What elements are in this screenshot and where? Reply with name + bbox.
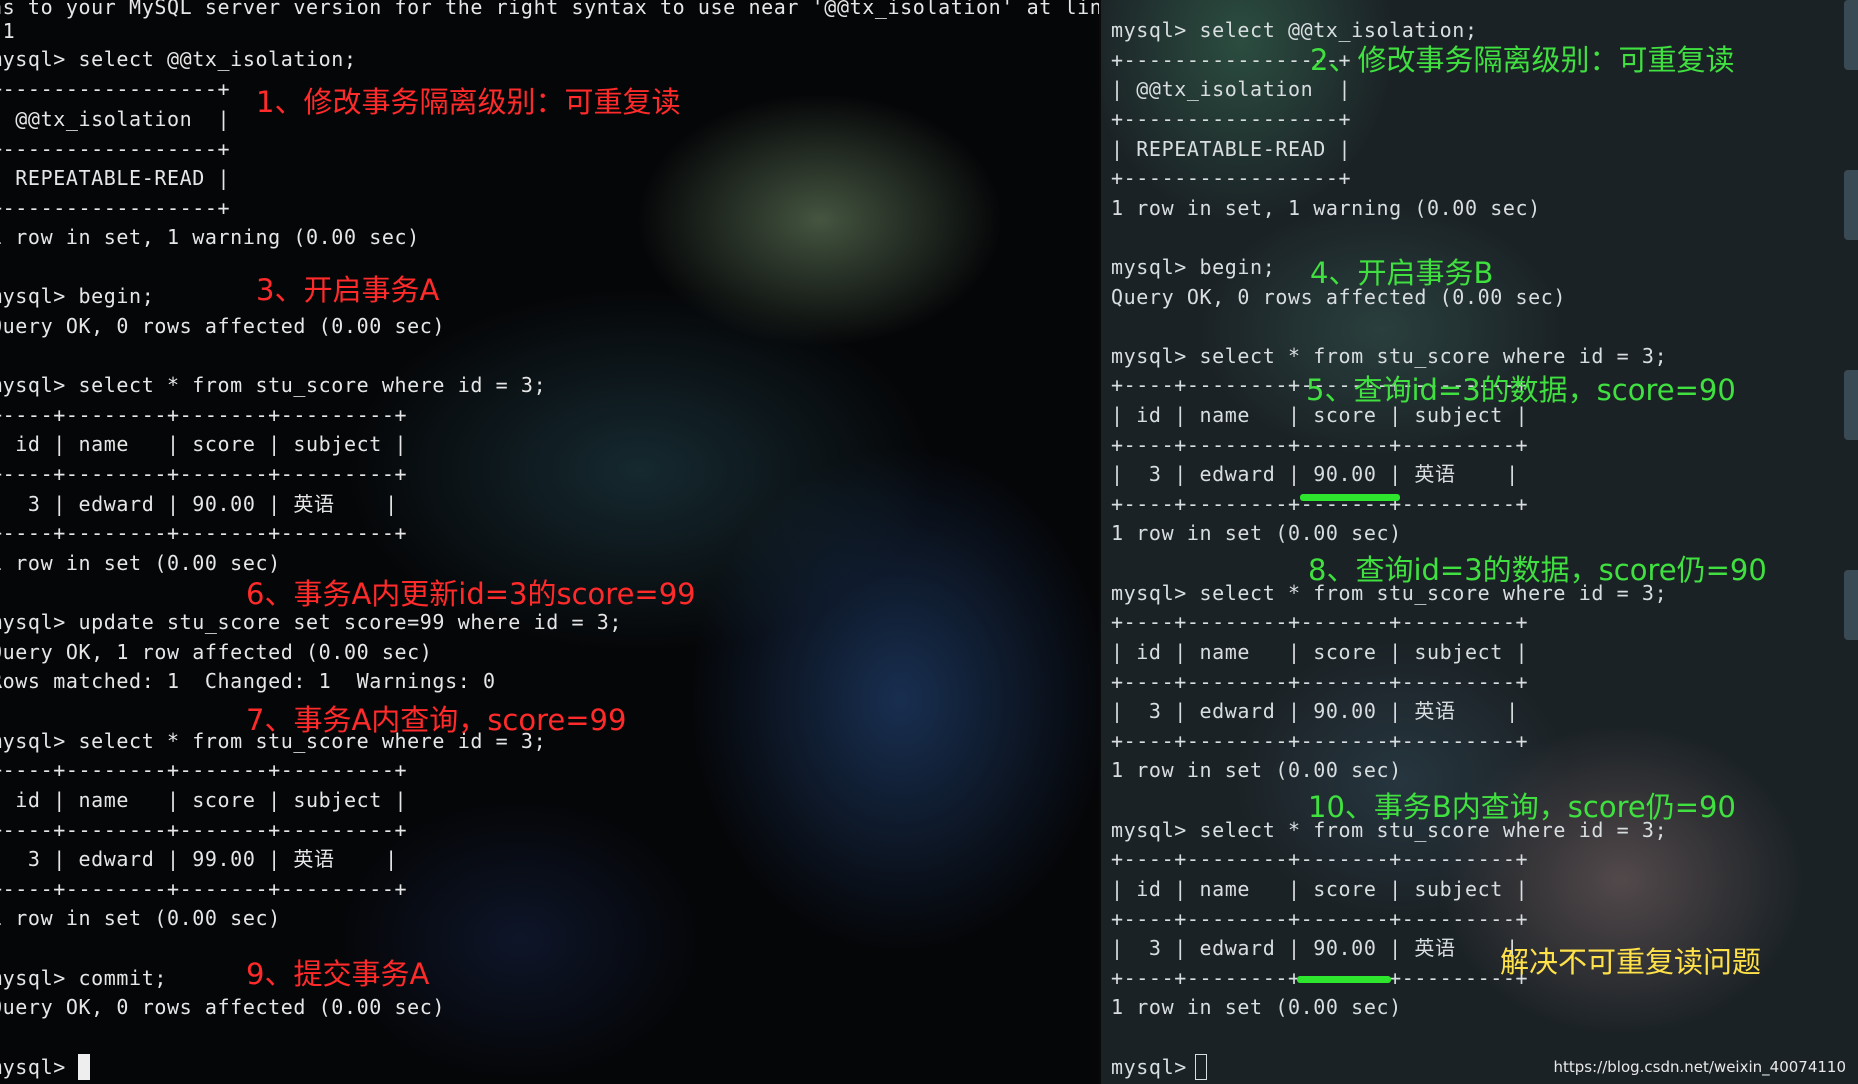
terminal-line: | 3 | edward | 90.00 | 英语 | bbox=[1111, 936, 1519, 960]
terminal-cursor bbox=[1195, 1054, 1207, 1080]
terminal-line: +-----------------+ bbox=[0, 137, 231, 161]
terminal-line: | 3 | edward | 90.00 | 英语 | bbox=[0, 492, 398, 516]
terminal-line: +----+--------+-------+---------+ bbox=[0, 877, 408, 901]
terminal-line: Rows matched: 1 Changed: 1 Warnings: 0 bbox=[0, 669, 496, 693]
annotation-step-5: 5、查询id=3的数据，score=90 bbox=[1306, 373, 1736, 407]
terminal-line: | id | name | score | subject | bbox=[0, 788, 408, 812]
terminal-line: 1 row in set (0.00 sec) bbox=[0, 906, 281, 930]
terminal-line: Query OK, 1 row affected (0.00 sec) bbox=[0, 640, 433, 664]
annotation-step-1: 1、修改事务隔离级别：可重复读 bbox=[256, 85, 681, 119]
terminal-pane-b[interactable]: mysql> select @@tx_isolation; +---------… bbox=[1101, 0, 1858, 1084]
terminal-line: mysql> select @@tx_isolation; bbox=[1111, 18, 1478, 42]
highlight-underline bbox=[1297, 976, 1391, 983]
annotation-step-8: 8、查询id=3的数据，score仍=90 bbox=[1308, 553, 1767, 587]
side-panel-tab[interactable] bbox=[1844, 570, 1858, 640]
terminal-line: +----+--------+-------+---------+ bbox=[0, 462, 408, 486]
terminal-line: +----+--------+-------+---------+ bbox=[1111, 433, 1529, 457]
terminal-line: | id | name | score | subject | bbox=[1111, 640, 1529, 664]
terminal-line: mysql> select * from stu_score where id … bbox=[1111, 344, 1668, 368]
terminal-line: mysql> select * from stu_score where id … bbox=[0, 373, 547, 397]
terminal-line: 1 row in set (0.00 sec) bbox=[1111, 995, 1402, 1019]
terminal-line: +-----------------+ bbox=[0, 77, 231, 101]
terminal-line: 1 row in set, 1 warning (0.00 sec) bbox=[0, 225, 420, 249]
terminal-prompt[interactable]: mysql> bbox=[1111, 1052, 1200, 1082]
terminal-line: mysql> begin; bbox=[1111, 255, 1276, 279]
terminal-line: as to your MySQL server version for the … bbox=[0, 0, 1100, 19]
annotation-step-2: 2、修改事务隔离级别：可重复读 bbox=[1310, 43, 1735, 77]
highlight-underline bbox=[1300, 494, 1400, 501]
terminal-line: | 3 | edward | 99.00 | 英语 | bbox=[0, 847, 398, 871]
terminal-prompt[interactable]: mysql> bbox=[0, 1052, 79, 1082]
annotation-conclusion: 解决不可重复读问题 bbox=[1500, 945, 1762, 979]
terminal-line: +----+--------+-------+---------+ bbox=[1111, 847, 1529, 871]
annotation-step-3: 3、开启事务A bbox=[256, 273, 440, 307]
terminal-line: 1 row in set (0.00 sec) bbox=[1111, 758, 1402, 782]
terminal-line: mysql> select @@tx_isolation; bbox=[0, 47, 357, 71]
side-panel-tab[interactable] bbox=[1844, 370, 1858, 440]
terminal-line: 1 row in set (0.00 sec) bbox=[0, 551, 281, 575]
terminal-line: Query OK, 0 rows affected (0.00 sec) bbox=[0, 314, 446, 338]
terminal-line: +----+--------+-------+---------+ bbox=[1111, 729, 1529, 753]
terminal-line: mysql> commit; bbox=[0, 966, 167, 990]
annotation-step-6: 6、事务A内更新id=3的score=99 bbox=[246, 577, 696, 611]
terminal-line: | id | name | score | subject | bbox=[0, 432, 408, 456]
terminal-line: | REPEATABLE-READ | bbox=[1111, 137, 1352, 161]
terminal-pane-a[interactable]: as to your MySQL server version for the … bbox=[0, 0, 1100, 1084]
terminal-line: +----+--------+-------+---------+ bbox=[0, 818, 408, 842]
terminal-line: +----+--------+-------+---------+ bbox=[1111, 907, 1529, 931]
side-panel-tab[interactable] bbox=[1844, 170, 1858, 240]
terminal-line: +----+--------+-------+---------+ bbox=[0, 403, 408, 427]
annotation-step-4: 4、开启事务B bbox=[1310, 256, 1494, 290]
side-panel-tab[interactable] bbox=[1844, 0, 1858, 70]
terminal-line: +-----------------+ bbox=[1111, 166, 1352, 190]
terminal-line: 1 bbox=[2, 19, 16, 43]
annotation-step-9: 9、提交事务A bbox=[246, 957, 430, 991]
terminal-line: | id | name | score | subject | bbox=[1111, 877, 1529, 901]
terminal-line: | @@tx_isolation | bbox=[0, 107, 231, 131]
terminal-line: +-----------------+ bbox=[0, 196, 231, 220]
terminal-line: +-----------------+ bbox=[1111, 107, 1352, 131]
terminal-line: 1 row in set (0.00 sec) bbox=[1111, 521, 1402, 545]
terminal-line: Query OK, 0 rows affected (0.00 sec) bbox=[0, 995, 446, 1019]
watermark: https://blog.csdn.net/weixin_40074110 bbox=[1553, 1058, 1846, 1076]
terminal-line: | @@tx_isolation | bbox=[1111, 77, 1352, 101]
terminal-line: +----+--------+-------+---------+ bbox=[1111, 610, 1529, 634]
terminal-line: +----+--------+-------+---------+ bbox=[0, 521, 408, 545]
terminal-line: | 3 | edward | 90.00 | 英语 | bbox=[1111, 462, 1519, 486]
terminal-line: | 3 | edward | 90.00 | 英语 | bbox=[1111, 699, 1519, 723]
terminal-line: 1 row in set, 1 warning (0.00 sec) bbox=[1111, 196, 1541, 220]
terminal-cursor bbox=[78, 1054, 90, 1080]
terminal-line: mysql> begin; bbox=[0, 284, 155, 308]
annotation-step-7: 7、事务A内查询，score=99 bbox=[246, 703, 627, 737]
annotation-step-10: 10、事务B内查询，score仍=90 bbox=[1308, 790, 1736, 824]
terminal-line: +----+--------+-------+---------+ bbox=[0, 758, 408, 782]
terminal-line: | REPEATABLE-READ | bbox=[0, 166, 231, 190]
terminal-line: +----+--------+-------+---------+ bbox=[1111, 670, 1529, 694]
